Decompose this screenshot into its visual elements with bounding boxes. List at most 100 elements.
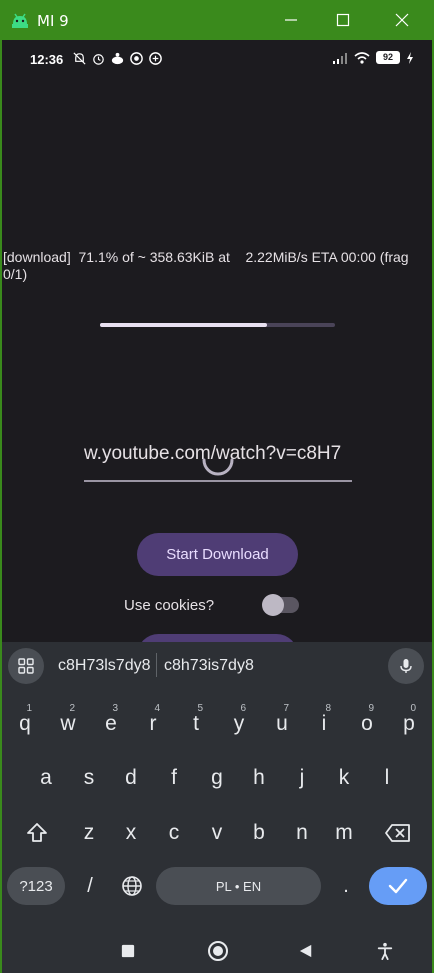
key-y[interactable]: y6 [220,703,258,745]
use-cookies-switch[interactable] [262,594,299,616]
bell-off-icon [73,52,86,65]
microphone-icon [400,659,412,673]
status-bar: 12:36 92 [2,40,432,78]
data-saver-icon [149,52,162,65]
globe-icon [122,876,142,896]
key-q[interactable]: q1 [6,703,44,745]
enter-key[interactable] [369,867,427,905]
key-hint: 3 [112,703,118,714]
key-hint: 9 [368,703,374,714]
accessibility-button[interactable] [373,939,397,963]
suggestion-divider [156,653,157,677]
signal-icon [333,52,347,64]
key-c[interactable]: c [155,812,193,854]
key-label: o [361,712,373,735]
maximize-icon [336,13,350,27]
key-n[interactable]: n [283,812,321,854]
on-screen-keyboard: c8H73ls7dy8 c8h73is7dy8 q1 w2 e3 r4 t5 y… [2,642,432,973]
home-circle-icon [208,941,228,961]
key-label: y [233,712,245,735]
suggestion-bar: c8H73ls7dy8 c8h73is7dy8 [2,642,432,688]
key-e[interactable]: e3 [92,703,130,745]
close-icon [395,13,409,27]
key-p[interactable]: p0 [390,703,428,745]
steam-icon [111,52,124,65]
phone-screen: 12:36 92 [download] 71.1% of ~ 358.63KiB… [2,40,432,973]
home-button[interactable] [206,939,230,963]
minimize-button[interactable] [268,4,314,36]
backspace-icon [385,824,410,842]
window-titlebar: MI 9 [0,0,434,40]
start-download-button[interactable]: Start Download [137,533,298,576]
sync-icon [130,52,143,65]
use-cookies-label: Use cookies? [124,597,215,614]
accessibility-icon [377,942,393,960]
key-hint: 0 [410,703,416,714]
key-l[interactable]: l [368,757,406,799]
keyboard-row-4: ?123 / PL • EN . [2,867,432,909]
apps-grid-button[interactable] [8,648,44,684]
key-b[interactable]: b [240,812,278,854]
download-progress-bar [100,323,335,327]
loading-spinner [202,458,234,476]
key-v[interactable]: v [198,812,236,854]
key-label: w [60,712,76,735]
square-icon [121,944,135,958]
key-i[interactable]: i8 [305,703,343,745]
key-o[interactable]: o9 [348,703,386,745]
download-progress-fill [100,323,267,327]
shift-key[interactable] [16,812,58,854]
back-triangle-icon [299,944,312,958]
key-w[interactable]: w2 [49,703,87,745]
key-d[interactable]: d [112,757,150,799]
space-key[interactable]: PL • EN [156,867,321,905]
key-r[interactable]: r4 [134,703,172,745]
key-label: r [149,712,157,735]
symbols-key[interactable]: ?123 [7,867,65,905]
period-key[interactable]: . [326,867,366,905]
key-s[interactable]: s [70,757,108,799]
key-g[interactable]: g [198,757,236,799]
key-k[interactable]: k [325,757,363,799]
key-hint: 2 [69,703,75,714]
battery-indicator: 92 [376,51,400,64]
key-label: u [276,712,288,735]
slash-key[interactable]: / [70,867,110,905]
key-t[interactable]: t5 [177,703,215,745]
key-hint: 1 [26,703,32,714]
key-z[interactable]: z [70,812,108,854]
key-hint: 4 [154,703,160,714]
checkmark-icon [388,878,408,894]
key-u[interactable]: u7 [263,703,301,745]
key-f[interactable]: f [155,757,193,799]
close-button[interactable] [379,4,425,36]
key-j[interactable]: j [283,757,321,799]
switch-knob [262,594,284,616]
key-m[interactable]: m [325,812,363,854]
key-hint: 7 [283,703,289,714]
maximize-button[interactable] [320,4,366,36]
key-hint: 5 [197,703,203,714]
android-icon [12,13,28,28]
status-time: 12:36 [30,52,64,67]
key-label: p [403,712,415,735]
voice-input-button[interactable] [388,648,424,684]
charging-icon [407,51,413,64]
recents-button[interactable] [116,939,140,963]
key-hint: 8 [325,703,331,714]
suggestion-1[interactable]: c8H73ls7dy8 [58,657,151,675]
key-label: i [321,712,327,735]
back-button[interactable] [294,939,318,963]
key-h[interactable]: h [240,757,278,799]
shift-icon [27,823,47,842]
key-x[interactable]: x [112,812,150,854]
backspace-key[interactable] [376,812,420,854]
navigation-bar [2,931,432,973]
window-title: MI 9 [37,12,69,30]
minimize-icon [285,19,297,21]
wifi-icon [354,51,370,64]
alarm-icon [93,54,104,65]
suggestion-2[interactable]: c8h73is7dy8 [164,657,254,675]
language-key[interactable] [112,867,152,905]
key-a[interactable]: a [27,757,65,799]
